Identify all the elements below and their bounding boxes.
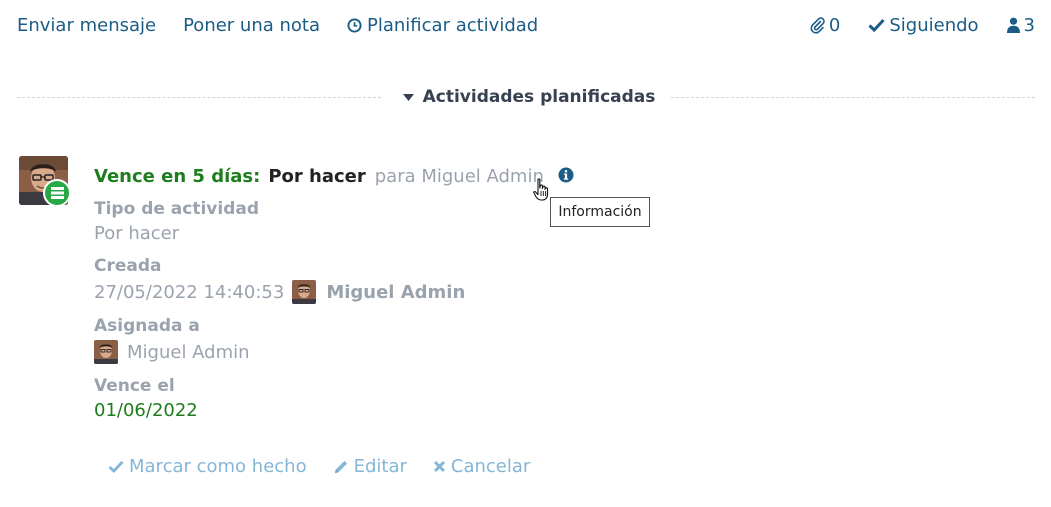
- attachments-count: 0: [828, 14, 841, 36]
- edit-label: Editar: [353, 456, 407, 477]
- field-assigned: Asignada a Miguel Admin: [94, 316, 794, 364]
- caret-down-icon: [402, 93, 414, 101]
- clock-icon: [347, 17, 362, 33]
- assignee-name: Miguel Admin: [127, 341, 250, 363]
- hand-cursor-icon: [533, 178, 551, 206]
- created-label: Creada: [94, 256, 162, 276]
- log-note-button[interactable]: Poner una nota: [183, 15, 320, 36]
- separator-line-right: [671, 96, 1035, 98]
- cancel-label: Cancelar: [450, 456, 531, 477]
- assignee-avatar: [94, 340, 118, 364]
- attachments-button[interactable]: 0: [809, 15, 840, 36]
- user-icon: [1006, 17, 1020, 33]
- chatter-toolbar: Enviar mensaje Poner una nota Planificar…: [17, 12, 1035, 38]
- tasks-icon: [50, 187, 64, 199]
- activity-type-label: Tipo de actividad: [94, 199, 260, 219]
- info-icon[interactable]: [558, 167, 574, 183]
- following-label: Siguiendo: [889, 14, 979, 36]
- schedule-activity-button[interactable]: Planificar actividad: [347, 15, 538, 36]
- activity-headline: Vence en 5 días: Por hacer para Miguel A…: [94, 163, 794, 189]
- activity-actions: Marcar como hecho Editar Cancelar: [108, 456, 530, 477]
- following-button[interactable]: Siguiendo: [868, 14, 979, 36]
- toolbar-left: Enviar mensaje Poner una nota Planificar…: [17, 15, 565, 36]
- creator-avatar: [292, 280, 317, 304]
- assigned-label: Asignada a: [94, 316, 200, 336]
- followers-button[interactable]: 3: [1006, 14, 1035, 36]
- pencil-icon: [333, 459, 349, 475]
- cancel-button[interactable]: Cancelar: [433, 456, 530, 477]
- followers-count: 3: [1023, 14, 1035, 36]
- times-icon: [433, 460, 446, 473]
- created-datetime: 27/05/2022 14:40:53: [94, 281, 285, 303]
- toolbar-right: 0 Siguiendo 3: [809, 15, 1035, 36]
- creator-name: Miguel Admin: [326, 281, 466, 303]
- due-date-value: 01/06/2022: [94, 400, 198, 421]
- planned-activities-separator: Actividades planificadas: [17, 86, 1035, 108]
- paperclip-icon: [809, 16, 825, 34]
- mark-done-button[interactable]: Marcar como hecho: [108, 456, 307, 477]
- field-due-date: Vence el 01/06/2022: [94, 376, 794, 421]
- field-created: Creada 27/05/2022 14:40:53 Miguel Admin: [94, 256, 794, 304]
- separator-line-left: [17, 96, 381, 98]
- send-message-button[interactable]: Enviar mensaje: [17, 15, 156, 36]
- activity-type-name: Por hacer: [268, 165, 366, 187]
- check-icon: [868, 18, 885, 32]
- activity-type-value: Por hacer: [94, 223, 180, 244]
- assigned-user-text: para Miguel Admin: [374, 165, 544, 187]
- due-label: Vence en 5 días:: [94, 165, 261, 187]
- activity-type-badge: [43, 179, 71, 207]
- planned-activities-title: Actividades planificadas: [422, 87, 656, 107]
- activity-details: Vence en 5 días: Por hacer para Miguel A…: [94, 163, 794, 421]
- info-tooltip: Información: [550, 197, 650, 227]
- created-row: 27/05/2022 14:40:53 Miguel Admin: [94, 280, 794, 304]
- planned-activities-toggle[interactable]: Actividades planificadas: [381, 87, 672, 107]
- check-icon: [108, 460, 124, 473]
- assigned-row: Miguel Admin: [94, 340, 794, 364]
- field-activity-type: Tipo de actividad Por hacer: [94, 199, 794, 244]
- due-date-label: Vence el: [94, 376, 175, 396]
- mark-done-label: Marcar como hecho: [129, 456, 307, 477]
- schedule-activity-label: Planificar actividad: [367, 14, 539, 36]
- edit-button[interactable]: Editar: [333, 456, 407, 477]
